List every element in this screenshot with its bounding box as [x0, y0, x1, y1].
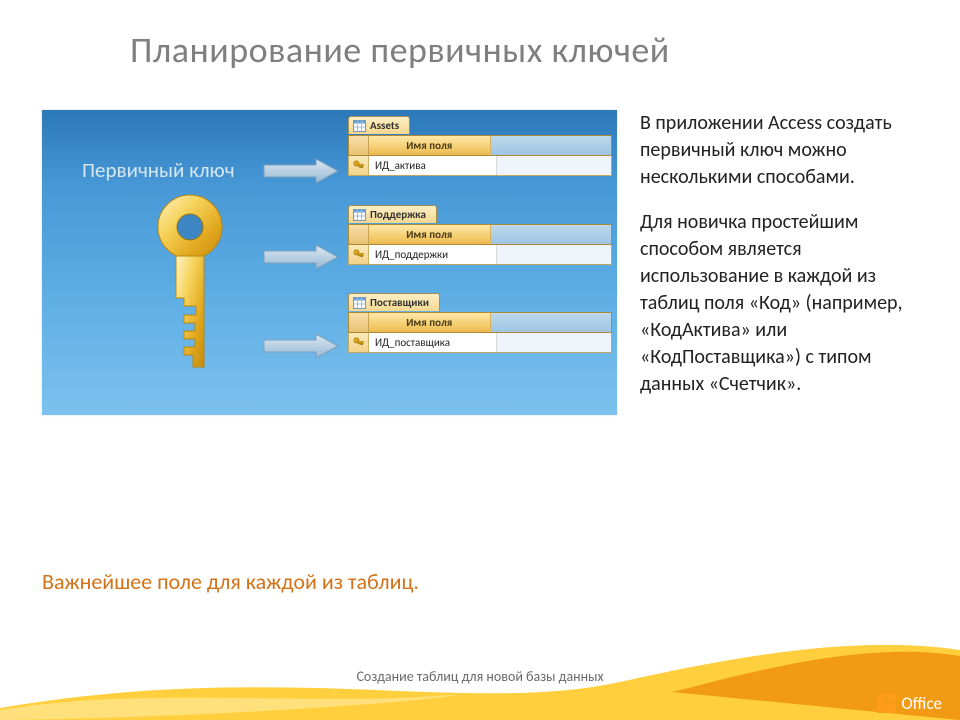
- pk-field-name: ИД_актива: [369, 156, 497, 175]
- slide-title: Планирование первичных ключей: [130, 28, 670, 72]
- table-tab: Assets: [348, 116, 410, 134]
- table-preview-assets: Assets Имя поля ИД_актива: [348, 116, 612, 176]
- office-logo: Office: [877, 693, 942, 714]
- primary-key-icon: [349, 333, 369, 352]
- table-preview-suppliers: Поставщики Имя поля ИД_поставщика: [348, 293, 612, 353]
- table-header-row: Имя поля: [348, 135, 612, 156]
- column-header-fieldname: Имя поля: [369, 313, 491, 332]
- key-icon: [140, 192, 240, 377]
- arrow-icon: [262, 243, 340, 271]
- table-row: ИД_поставщика: [348, 333, 612, 353]
- office-logo-icon: [877, 694, 896, 713]
- table-name: Поддержка: [370, 208, 426, 221]
- arrow-icon: [262, 332, 340, 360]
- body-paragraph-1: В приложении Access создать первичный кл…: [640, 110, 930, 191]
- arrow-icon: [262, 157, 340, 185]
- body-paragraph-2: Для новичка простейшим способом является…: [640, 209, 930, 398]
- table-tab: Поддержка: [348, 205, 437, 223]
- datasheet-icon: [353, 120, 366, 132]
- datasheet-icon: [353, 297, 366, 309]
- table-name: Поставщики: [370, 296, 429, 309]
- pk-field-name: ИД_поставщика: [369, 333, 497, 352]
- primary-key-icon: [349, 156, 369, 175]
- footer-caption: Создание таблиц для новой базы данных: [0, 668, 960, 685]
- column-header-fieldname: Имя поля: [369, 136, 491, 155]
- table-tab: Поставщики: [348, 293, 440, 311]
- table-header-row: Имя поля: [348, 312, 612, 333]
- slide-caption: Важнейшее поле для каждой из таблиц.: [42, 568, 419, 595]
- table-header-row: Имя поля: [348, 224, 612, 245]
- primary-key-icon: [349, 245, 369, 264]
- table-row: ИД_актива: [348, 156, 612, 176]
- table-preview-support: Поддержка Имя поля ИД_поддержки: [348, 205, 612, 265]
- datasheet-icon: [353, 209, 366, 221]
- primary-key-illustration: Первичный ключ Assets: [42, 110, 617, 415]
- column-header-fieldname: Имя поля: [369, 225, 491, 244]
- pk-field-name: ИД_поддержки: [369, 245, 497, 264]
- table-name: Assets: [370, 119, 399, 132]
- primary-key-label: Первичный ключ: [82, 157, 235, 183]
- office-logo-text: Office: [901, 693, 942, 714]
- table-row: ИД_поддержки: [348, 245, 612, 265]
- body-text: В приложении Access создать первичный кл…: [640, 110, 930, 416]
